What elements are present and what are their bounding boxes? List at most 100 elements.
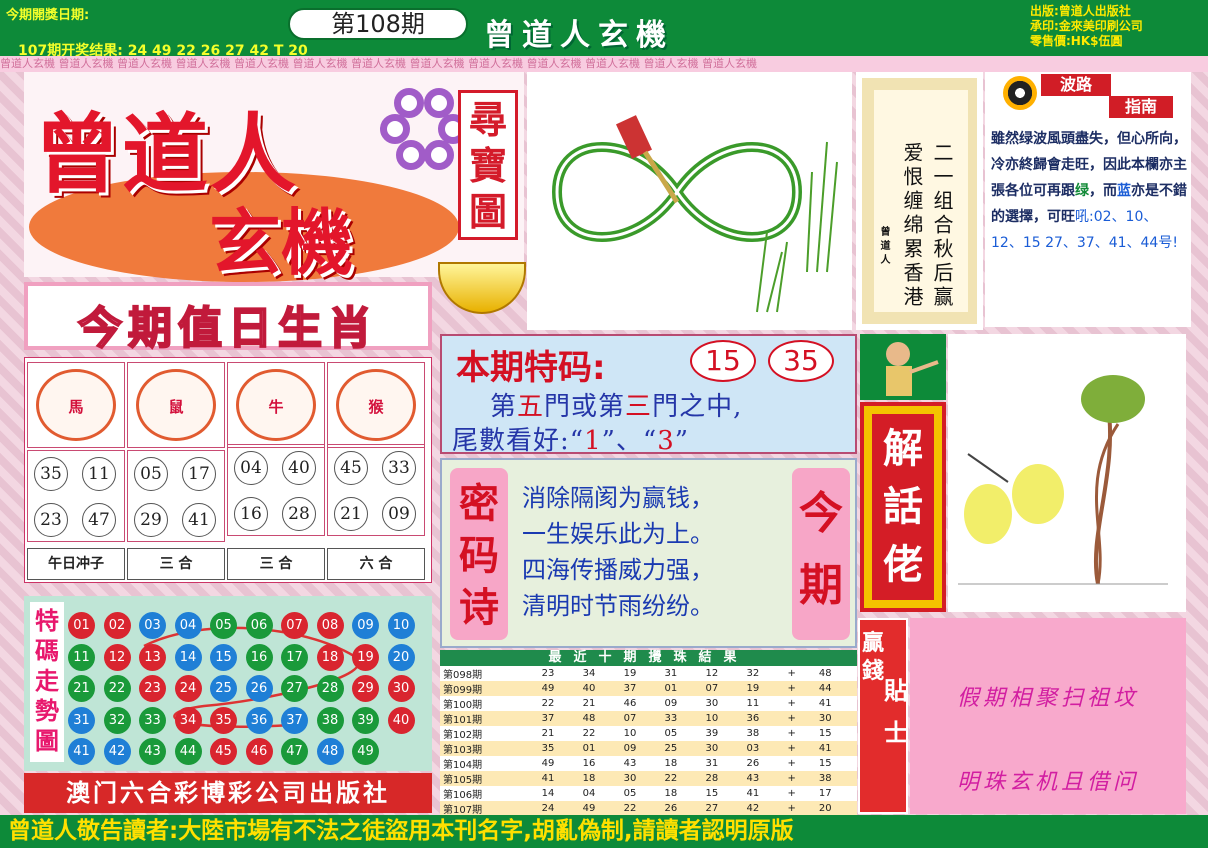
table-cell: 10 (705, 713, 719, 724)
trend-ball: 08 (316, 612, 344, 639)
table-cell: 33 (664, 713, 678, 724)
table-cell: 19 (623, 668, 637, 679)
zodiac-relation: 三 合 (227, 548, 325, 580)
table-row: 第098期 23 34 19 31 12 32 +48 (440, 666, 857, 681)
trend-ball: 37 (281, 706, 308, 734)
trend-ball: 04 (174, 612, 202, 639)
number-ball: 09 (382, 497, 416, 531)
zodiac-relation: 三 合 (127, 548, 225, 580)
table-cell: 30 (818, 713, 832, 724)
table-cell: 41 (746, 788, 760, 799)
yin-yang-icon (1003, 76, 1037, 110)
verse-scroll: 二一组合秋后赢 爱恨缠绵累香港 曾道人 (856, 72, 983, 330)
trend-ball: 30 (387, 675, 415, 702)
wave-blue: 蓝 (1117, 183, 1131, 199)
table-row: 第107期 24 49 22 26 27 42 +20 (440, 801, 857, 816)
table-cell: 34 (582, 668, 596, 679)
logo-line2: 玄機 (209, 200, 354, 285)
number-ball: 35 (34, 457, 68, 491)
zodiac-char: 牛 (268, 398, 284, 416)
results-table: 第098期 23 34 19 31 12 32 +48 第099期 49 40 37 01 07 19 +44… (440, 666, 857, 816)
table-cell: 37 (541, 713, 555, 724)
table-cell: 第100期 (443, 700, 483, 711)
table-cell: 第107期 (443, 805, 483, 816)
table-cell: 07 (705, 683, 719, 694)
trend-ball: 40 (387, 706, 415, 734)
table-cell: 第103期 (443, 745, 483, 756)
man-illustration (860, 334, 946, 400)
zodiac-cell: 牛 (227, 362, 325, 448)
table-cell: 41 (818, 743, 832, 754)
ring-icon (380, 114, 410, 144)
wave-title-1: 波路 (1041, 74, 1111, 96)
wave-text: 雖然绿波風頭盡失，但心所向，冷亦終歸會走旺，因此本欄亦主張各位可再跟绿，而蓝亦是… (991, 126, 1187, 256)
draw-date-label: 今期開獎日期: (6, 8, 90, 23)
table-cell: 19 (746, 683, 760, 694)
price-line: 零售價:HK$伍圓 (1030, 34, 1123, 48)
ring-icon (424, 140, 454, 170)
zodiac-relation: 午日冲子 (27, 548, 125, 580)
number-ball: 11 (82, 457, 116, 491)
table-row: 第099期 49 40 37 01 07 19 +44 (440, 681, 857, 696)
table-cell: 26 (746, 758, 760, 769)
birds-drawing (948, 334, 1186, 612)
table-cell: 23 (541, 668, 555, 679)
number-ball: 40 (282, 451, 316, 485)
riddle-label: 解話佬 (872, 414, 934, 600)
table-cell: 46 (623, 698, 637, 709)
zodiac-cell: 馬 (27, 362, 125, 448)
table-cell: 15 (705, 788, 719, 799)
zodiac-numbers: 04 40 16 28 (227, 444, 325, 536)
table-cell: 第105期 (443, 775, 483, 786)
wave-title-2: 指南 (1109, 96, 1173, 118)
zodiac-title-box: 今期值日生肖 (24, 282, 432, 355)
trend-ball: 15 (210, 643, 237, 671)
table-cell: + (787, 773, 796, 784)
table-cell: 30 (705, 698, 719, 709)
trend-ball: 45 (210, 738, 237, 765)
number-ball: 17 (182, 457, 216, 491)
poem-left-label: 密码诗 (450, 468, 508, 640)
table-cell: 35 (541, 743, 555, 754)
trend-ball: 33 (139, 706, 166, 734)
table-cell: 15 (818, 758, 832, 769)
zodiac-char: 鼠 (168, 398, 184, 416)
table-cell: 18 (664, 788, 678, 799)
table-cell: 40 (582, 683, 596, 694)
code-poem: 密码诗 今期 消除隔阂为赢钱， 一生娱乐此为上。 四海传播威力强， 清明时节雨纷… (440, 458, 857, 648)
trend-ball: 48 (316, 738, 344, 765)
recent-results: 最近十期攪珠結果 第098期 23 34 19 31 12 32 +48 第099期 49 40 37… (440, 650, 857, 816)
table-cell: + (787, 743, 796, 754)
table-cell: 第102期 (443, 730, 483, 741)
trend-ball: 29 (352, 675, 379, 702)
bottom-notice: 曾道人敬告讀者:大陸市場有不法之徒盜用本刊名字,胡亂偽制,請讀者認明原版 (0, 815, 1208, 848)
table-cell: 第104期 (443, 760, 483, 771)
trend-ball: 49 (352, 738, 379, 765)
recent-results-title: 最近十期攪珠結果 (440, 650, 857, 666)
zodiac-numbers: 45 33 21 09 (327, 444, 425, 536)
poem-lines: 消除隔阂为赢钱， 一生娱乐此为上。 四海传播威力强， 清明时节雨纷纷。 (522, 480, 714, 624)
man-icon (886, 342, 939, 396)
table-cell: + (787, 758, 796, 769)
riddle-box: 解話佬 (860, 402, 946, 612)
win-money: 贏錢 (862, 631, 885, 684)
zodiac-title: 今期值日生肖 (77, 302, 378, 355)
table-cell: 14 (541, 788, 555, 799)
table-cell: 38 (746, 728, 760, 739)
trend-ball: 23 (139, 675, 166, 702)
trend-ball: 22 (103, 675, 131, 702)
trend-ball: 42 (103, 738, 131, 765)
trend-ball: 34 (174, 706, 202, 734)
table-cell: 26 (664, 803, 678, 814)
table-cell: 第099期 (443, 685, 483, 696)
tips-word: 貼士 (884, 677, 908, 747)
table-cell: 31 (664, 668, 678, 679)
table-cell: 20 (818, 803, 832, 814)
table-cell: 10 (623, 728, 637, 739)
poem-line: 一生娱乐此为上。 (522, 520, 714, 548)
table-cell: + (787, 668, 796, 679)
poem-line: 消除隔阂为赢钱， (522, 484, 714, 512)
table-cell: 31 (705, 758, 719, 769)
number-ball: 23 (34, 503, 68, 537)
trend-ball: 36 (245, 706, 273, 734)
